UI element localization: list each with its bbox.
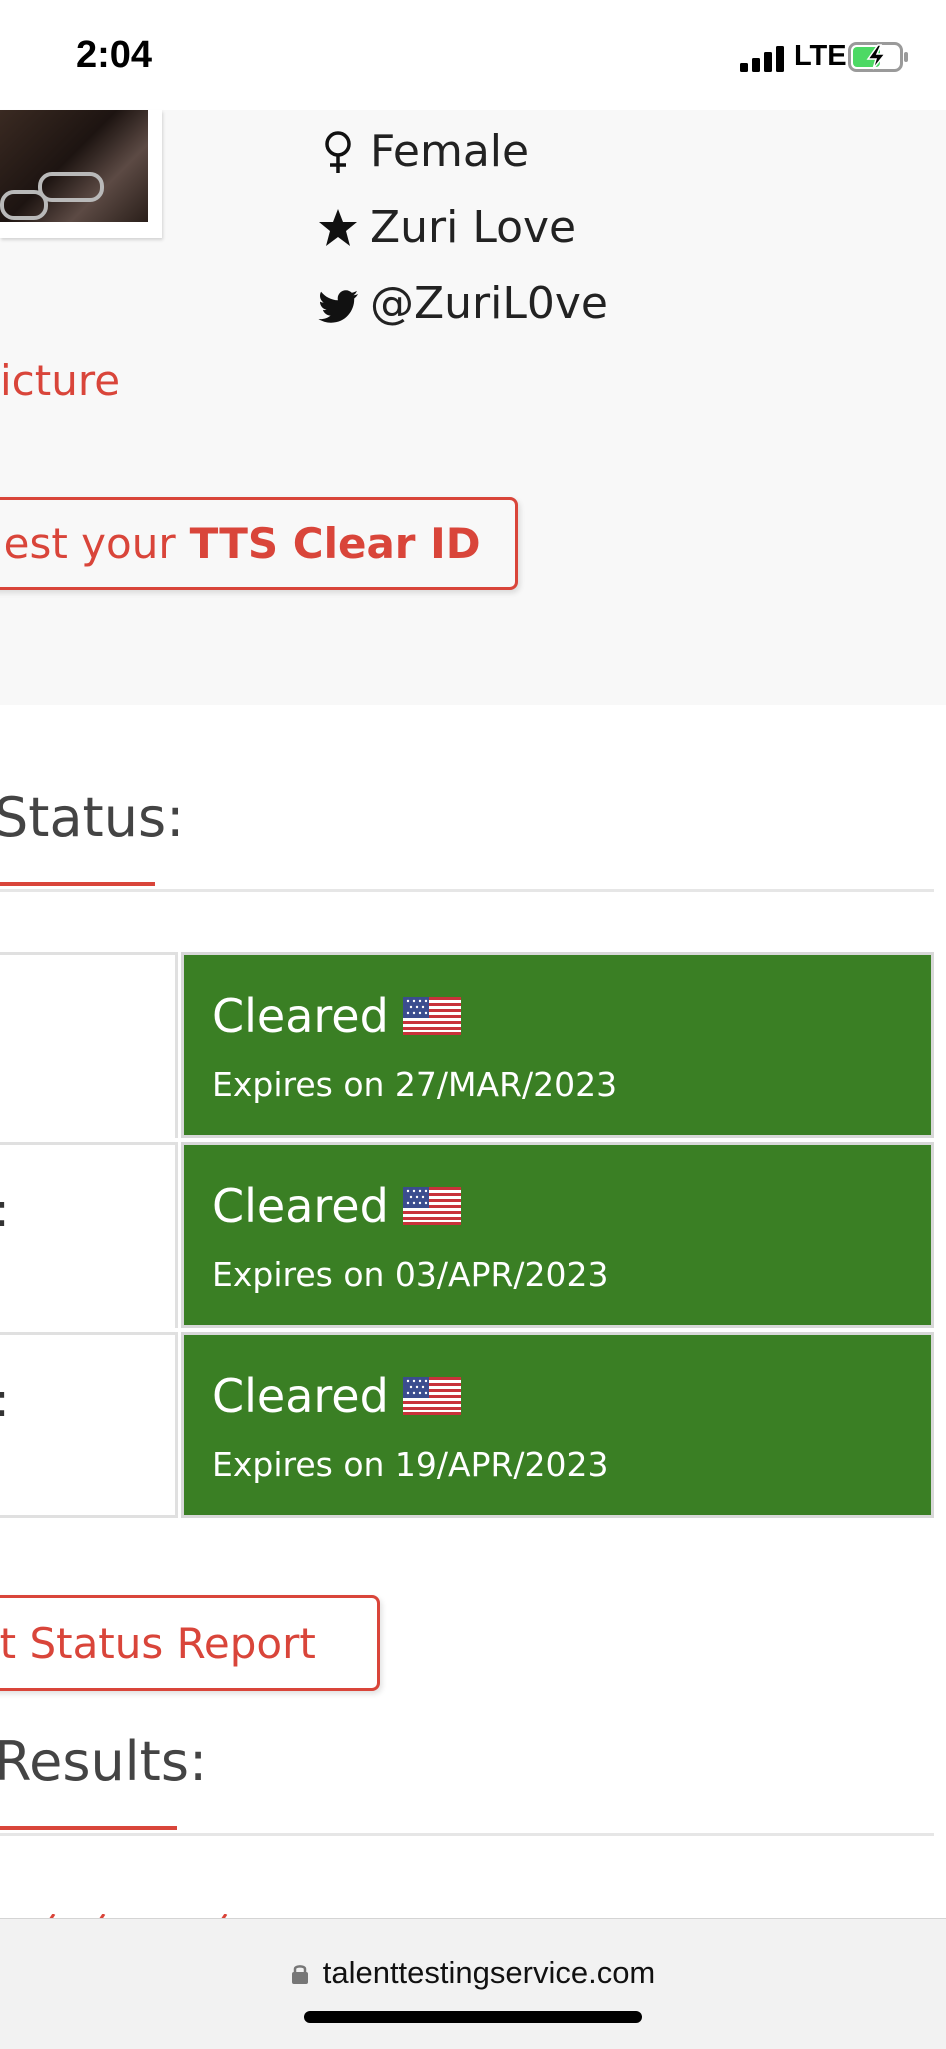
url-text: talenttestingservice.com xyxy=(322,1955,656,1990)
home-indicator[interactable] xyxy=(304,2011,642,2023)
necklace-chain xyxy=(0,190,48,220)
status-cleared-text: Cleared xyxy=(212,1369,389,1423)
status-expiry-text: Expires on 19/APR/2023 xyxy=(212,1445,609,1484)
stage-name-text: Zuri Love xyxy=(370,202,577,253)
request-tts-clear-id-button[interactable]: uest your TTS Clear ID xyxy=(0,497,518,590)
twitter-bird-icon xyxy=(318,289,358,323)
profile-photo[interactable] xyxy=(0,110,162,238)
results-title-underline xyxy=(0,1826,177,1830)
status-cleared-text: Cleared xyxy=(212,1179,389,1233)
results-divider xyxy=(0,1833,934,1836)
status-cleared-text: Cleared xyxy=(212,989,389,1043)
status-section-title: Status: xyxy=(0,786,185,849)
gender-line: Female xyxy=(318,126,529,177)
necklace-chain xyxy=(38,172,104,202)
status-bar: 2:04 LTE xyxy=(0,0,946,110)
status-row: : Cleared Expires on 03/APR/2023 xyxy=(0,1142,934,1328)
status-cleared-cell: Cleared Expires on 27/MAR/2023 xyxy=(181,952,934,1138)
status-row: : Cleared Expires on 19/APR/2023 xyxy=(0,1332,934,1518)
gender-text: Female xyxy=(370,126,530,177)
status-expiry-text: Expires on 03/APR/2023 xyxy=(212,1255,609,1294)
tts-button-prefix: uest your xyxy=(0,519,176,568)
star-icon xyxy=(319,208,357,246)
status-expiry-text: Expires on 27/MAR/2023 xyxy=(212,1065,618,1104)
stage-name-line: Zuri Love xyxy=(318,202,576,253)
picture-link[interactable]: icture xyxy=(0,356,120,405)
status-row-label-cell: : xyxy=(0,1142,178,1328)
twitter-handle[interactable]: @ZuriL0ve xyxy=(370,278,608,329)
status-cleared-cell: Cleared Expires on 19/APR/2023 xyxy=(181,1332,934,1518)
female-symbol-icon xyxy=(325,130,351,173)
url-field[interactable]: talenttestingservice.com xyxy=(0,1955,946,1991)
tts-button-bold: TTS Clear ID xyxy=(189,519,481,568)
status-report-button[interactable]: nt Status Report xyxy=(0,1595,380,1691)
cellular-signal-icon xyxy=(740,46,784,72)
profile-photo-image xyxy=(0,110,148,222)
status-row-label-cell xyxy=(0,952,178,1138)
us-flag-icon xyxy=(402,997,461,1035)
status-time: 2:04 xyxy=(76,34,153,76)
status-row-label: : xyxy=(0,1373,10,1427)
status-row: Cleared Expires on 27/MAR/2023 xyxy=(0,952,934,1138)
status-title-underline xyxy=(0,882,155,886)
status-row-label: : xyxy=(0,1183,10,1237)
lock-icon xyxy=(291,1965,308,1984)
network-type: LTE xyxy=(794,40,847,72)
status-report-label: nt Status Report xyxy=(0,1618,316,1668)
status-row-label-cell: : xyxy=(0,1332,178,1518)
status-divider xyxy=(0,889,934,892)
us-flag-icon xyxy=(402,1187,461,1225)
twitter-line[interactable]: @ZuriL0ve xyxy=(318,278,608,329)
us-flag-icon xyxy=(402,1377,461,1415)
battery-charging-icon xyxy=(848,42,908,72)
status-cleared-cell: Cleared Expires on 03/APR/2023 xyxy=(181,1142,934,1328)
browser-bottom-bar: talenttestingservice.com xyxy=(0,1918,946,2049)
results-section-title: Results: xyxy=(0,1730,208,1793)
